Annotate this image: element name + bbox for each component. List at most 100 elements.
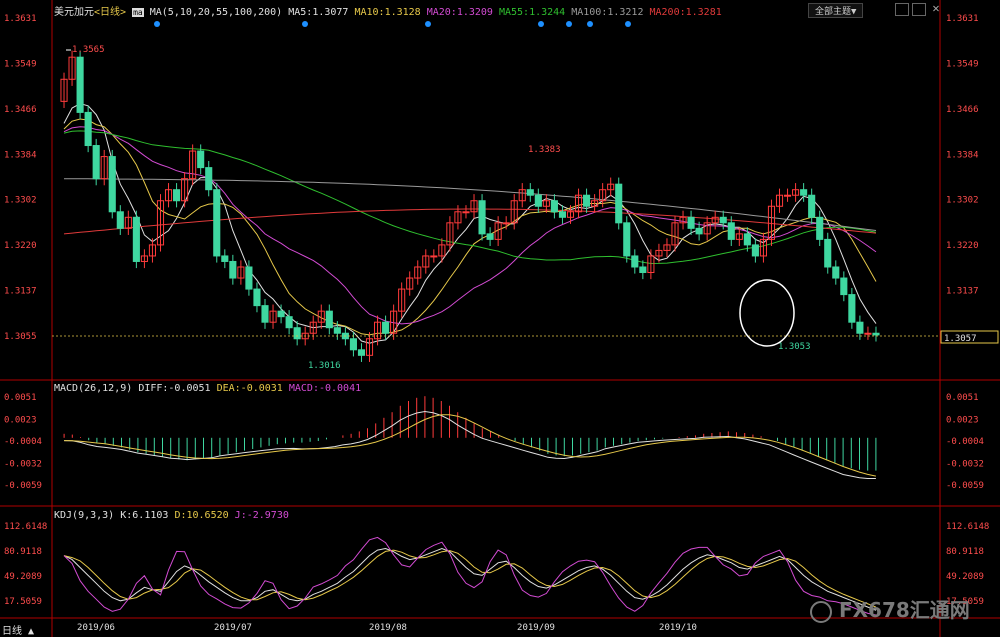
candle-body	[816, 216, 824, 240]
candle-body	[783, 194, 792, 197]
candle-body	[132, 216, 140, 262]
candle-body	[108, 156, 116, 213]
candle-body	[695, 227, 703, 235]
high-label: 1.3565	[72, 45, 105, 55]
candle-body	[639, 266, 647, 274]
event-dot	[302, 21, 308, 27]
minimize-icon[interactable]	[895, 3, 909, 16]
last-low-label: 1.3053	[778, 342, 811, 352]
chart-title: 美元加元	[54, 7, 94, 18]
watermark-logo-icon	[810, 600, 832, 623]
candle-body	[84, 111, 92, 147]
price-ytick-left: 1.3302	[4, 196, 37, 206]
ma-item-2: MA20:1.3209	[426, 7, 499, 18]
d-line	[63, 549, 877, 608]
candle-body	[245, 266, 253, 290]
price-ytick-right: 1.3549	[946, 59, 979, 69]
candle-body	[824, 238, 832, 268]
ma-item-5: MA200:1.3281	[649, 7, 722, 18]
macd-dea: DEA:-0.0031	[216, 383, 283, 394]
macd-ytick-right: 0.0051	[946, 393, 979, 403]
candle-body	[719, 216, 727, 224]
kdj-header: KDJ(9,3,3) K:6.1103 D:10.6520 J:-2.9730	[54, 510, 289, 521]
ma20-line	[63, 126, 877, 325]
candle-body	[526, 189, 534, 196]
macd-ytick-left: 0.0051	[4, 393, 37, 403]
period-tab[interactable]: 日线 ▲	[2, 622, 34, 637]
price-ytick-left: 1.3549	[4, 59, 37, 69]
candle-body	[92, 145, 100, 180]
candle-body	[430, 255, 438, 258]
date-tick: 2019/08	[369, 623, 407, 633]
event-dot	[538, 21, 544, 27]
theme-select[interactable]: 全部主题▼	[808, 3, 864, 18]
macd-params: MACD(26,12,9)	[54, 383, 133, 394]
price-ytick-left: 1.3137	[4, 287, 37, 297]
candle-body	[486, 233, 494, 240]
macd-ytick-right: 0.0023	[946, 415, 979, 425]
candle-body	[213, 189, 221, 257]
macd-value: MACD:-0.0041	[288, 383, 362, 394]
candle-body	[325, 310, 333, 329]
watermark: FX678汇通网	[810, 594, 970, 623]
forex-chart[interactable]: 1.3631 1.3631 1.3549 1.3549 1.3466 1.3466 1.33…	[0, 0, 1000, 637]
date-tick: 2019/09	[517, 623, 555, 633]
candle-body	[333, 327, 341, 334]
mid-high-label: 1.3383	[528, 145, 561, 155]
macd-ytick-right: -0.0004	[946, 437, 984, 447]
candle-body	[221, 255, 229, 262]
ma-icon: ma	[132, 8, 144, 17]
candle-body	[631, 255, 639, 268]
kdj-ytick-right: 49.2089	[946, 572, 984, 582]
candle-body	[478, 200, 486, 235]
candle-body	[615, 183, 623, 224]
candle-body	[229, 260, 237, 279]
restore-icon[interactable]	[912, 3, 926, 16]
kdj-params: KDJ(9,3,3)	[54, 510, 115, 521]
candle-body	[872, 332, 880, 336]
candle-body	[832, 266, 840, 279]
kdj-ytick-left: 112.6148	[4, 522, 47, 532]
candle-body	[116, 211, 124, 229]
candle-body	[808, 194, 816, 218]
candle-body	[848, 294, 856, 323]
candle-body	[205, 167, 213, 191]
kdj-d: D:10.6520	[174, 510, 229, 521]
price-ytick-right: 1.3220	[946, 241, 979, 251]
event-dot	[425, 21, 431, 27]
macd-ytick-right: -0.0059	[946, 481, 984, 491]
date-tick: 2019/07	[214, 623, 252, 633]
candle-body	[864, 332, 872, 335]
candle-body	[261, 305, 269, 323]
event-dot	[566, 21, 572, 27]
kdj-ytick-left: 17.5059	[4, 597, 42, 607]
close-icon[interactable]: ✕	[929, 1, 943, 15]
ma200-line	[63, 208, 877, 235]
macd-ytick-left: -0.0004	[4, 437, 42, 447]
candle-body	[502, 222, 510, 225]
candle-body	[727, 222, 735, 240]
highlight-circle	[739, 279, 795, 347]
candle-body	[550, 200, 558, 213]
candle-body	[687, 216, 695, 229]
candle-body	[285, 316, 293, 329]
candle-body	[293, 327, 301, 340]
price-ytick-right: 1.3302	[946, 196, 979, 206]
ma5-line	[63, 103, 877, 344]
macd-ytick-left: 0.0023	[4, 415, 37, 425]
price-ytick-right: 1.3466	[946, 105, 979, 115]
event-dot	[587, 21, 593, 27]
candle-body	[462, 211, 470, 214]
price-ytick-right: 1.3384	[946, 150, 979, 160]
ma-params: MA(5,10,20,55,100,200)	[149, 7, 283, 18]
candle-body	[349, 338, 357, 351]
candle-body	[534, 194, 542, 207]
macd-ytick-left: -0.0032	[4, 459, 42, 469]
candle-body	[357, 349, 366, 356]
candle-body	[583, 194, 591, 207]
current-price-right: 1.3057	[944, 334, 977, 344]
candle-body	[751, 244, 759, 257]
price-ytick-left: 1.3384	[4, 150, 37, 160]
ma-item-4: MA100:1.3212	[571, 7, 650, 18]
ma55-line	[63, 130, 877, 265]
